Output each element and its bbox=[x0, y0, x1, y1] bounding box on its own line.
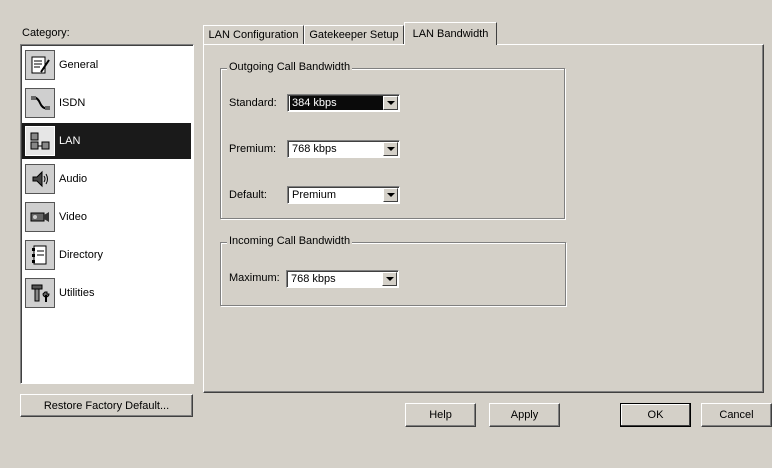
category-item-general[interactable]: General bbox=[22, 47, 191, 83]
category-item-lan[interactable]: LAN bbox=[22, 123, 191, 159]
utilities-icon bbox=[25, 278, 55, 308]
directory-icon bbox=[25, 240, 55, 270]
premium-label: Premium: bbox=[229, 143, 277, 155]
chevron-down-icon[interactable] bbox=[383, 96, 398, 110]
category-item-label: Video bbox=[59, 211, 87, 223]
chevron-down-icon[interactable] bbox=[383, 188, 398, 202]
default-bandwidth-select[interactable]: Premium bbox=[287, 186, 400, 204]
maximum-bandwidth-select[interactable]: 768 kbps bbox=[286, 270, 399, 288]
video-icon bbox=[25, 202, 55, 232]
category-list[interactable]: General ISDN LAN Audio Video Directory U… bbox=[20, 44, 194, 384]
category-item-video[interactable]: Video bbox=[22, 199, 191, 235]
category-item-label: General bbox=[59, 59, 99, 71]
category-item-isdn[interactable]: ISDN bbox=[22, 85, 191, 121]
category-item-label: Directory bbox=[59, 249, 104, 261]
apply-button[interactable]: Apply bbox=[489, 403, 560, 427]
category-label: Category: bbox=[22, 27, 70, 39]
default-label: Default: bbox=[229, 189, 267, 201]
standard-label: Standard: bbox=[229, 97, 277, 109]
cancel-button[interactable]: Cancel bbox=[701, 403, 772, 427]
restore-factory-default-button[interactable]: Restore Factory Default... bbox=[20, 394, 193, 417]
tab-lan-bandwidth[interactable]: LAN Bandwidth bbox=[404, 22, 497, 45]
audio-icon bbox=[25, 164, 55, 194]
maximum-bandwidth-value: 768 kbps bbox=[291, 273, 336, 285]
chevron-down-icon[interactable] bbox=[382, 272, 397, 286]
category-item-label: Utilities bbox=[59, 287, 95, 299]
standard-bandwidth-value: 384 kbps bbox=[290, 96, 385, 110]
category-item-utilities[interactable]: Utilities bbox=[22, 275, 191, 311]
category-item-directory[interactable]: Directory bbox=[22, 237, 191, 273]
maximum-label: Maximum: bbox=[229, 272, 280, 284]
incoming-group-title: Incoming Call Bandwidth bbox=[227, 235, 353, 247]
help-button[interactable]: Help bbox=[405, 403, 476, 427]
outgoing-group-title: Outgoing Call Bandwidth bbox=[227, 61, 353, 73]
isdn-icon bbox=[25, 88, 55, 118]
category-item-audio[interactable]: Audio bbox=[22, 161, 191, 197]
default-bandwidth-value: Premium bbox=[292, 189, 337, 201]
tab-gatekeeper-setup[interactable]: Gatekeeper Setup bbox=[304, 25, 404, 44]
category-item-label: Audio bbox=[59, 173, 88, 185]
category-item-label: LAN bbox=[59, 135, 81, 147]
general-icon bbox=[25, 50, 55, 80]
category-item-label: ISDN bbox=[59, 97, 86, 109]
chevron-down-icon[interactable] bbox=[383, 142, 398, 156]
premium-bandwidth-select[interactable]: 768 kbps bbox=[287, 140, 400, 158]
standard-bandwidth-select[interactable]: 384 kbps bbox=[287, 94, 400, 112]
premium-bandwidth-value: 768 kbps bbox=[292, 143, 337, 155]
lan-icon bbox=[25, 126, 55, 156]
tab-lan-configuration[interactable]: LAN Configuration bbox=[203, 25, 304, 44]
ok-button[interactable]: OK bbox=[620, 403, 691, 427]
